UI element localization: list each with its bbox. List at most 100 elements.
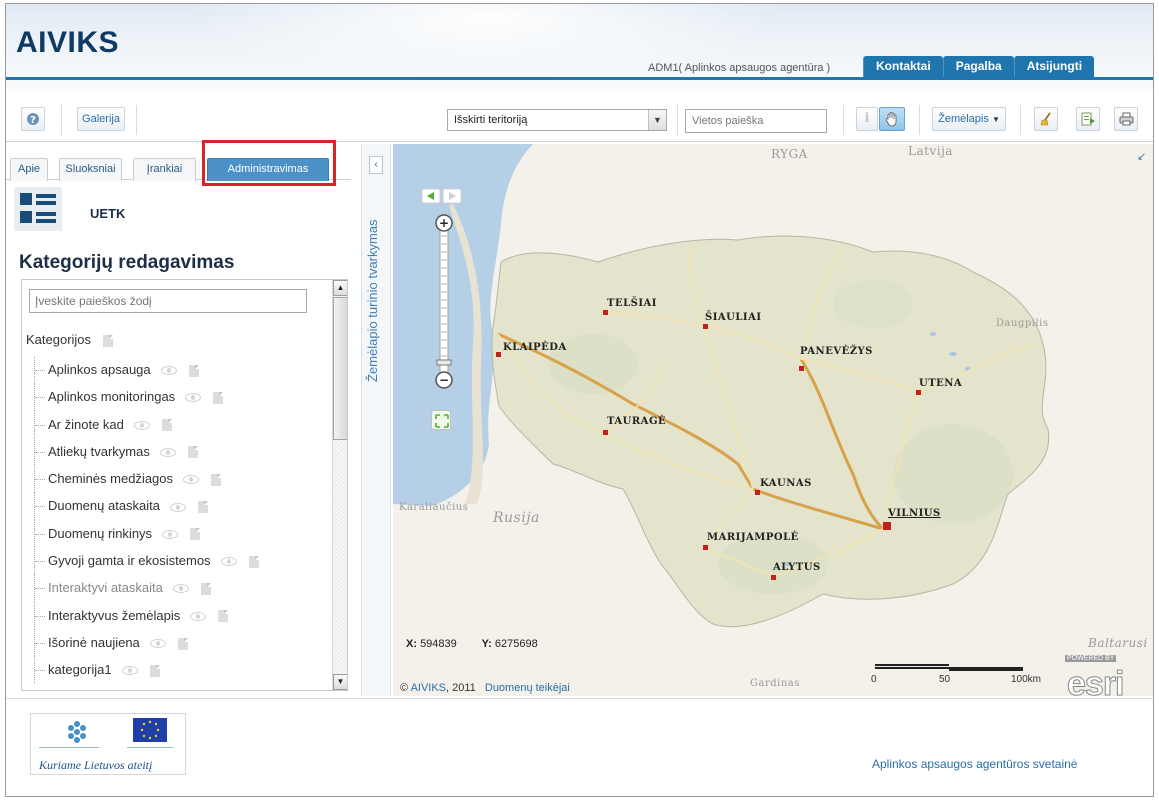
category-label: Aplinkos monitoringas	[48, 389, 176, 405]
category-search-input[interactable]	[29, 289, 307, 313]
document-icon[interactable]	[177, 637, 188, 650]
pan-hand-icon	[885, 112, 897, 127]
data-providers-link[interactable]: Duomenų teikėjai	[485, 682, 570, 694]
eye-icon[interactable]	[172, 584, 189, 594]
city-label: MARIJAMPOLĖ	[707, 532, 799, 543]
x-label: X:	[406, 638, 417, 650]
attribution-year: , 2011	[446, 682, 476, 694]
eye-icon[interactable]	[133, 420, 150, 430]
app-logo[interactable]: AIVIKS	[16, 26, 119, 60]
document-icon[interactable]	[248, 555, 259, 568]
eye-icon[interactable]	[170, 502, 187, 512]
nav-contacts[interactable]: Kontaktai	[863, 56, 943, 77]
document-icon[interactable]	[103, 334, 114, 347]
map-label-region: Daugpilis	[996, 318, 1049, 329]
coordinate-readout: X: 594839 Y: 6275698	[406, 638, 560, 650]
document-icon[interactable]	[190, 528, 201, 541]
document-icon[interactable]	[213, 391, 224, 404]
category-tree: Kategorijos Aplinkos apsauga Aplinkos mon…	[21, 279, 348, 691]
eye-icon[interactable]	[121, 666, 138, 676]
expand-corner-icon[interactable]: ↙	[1137, 150, 1146, 163]
city-label: KLAIPĖDA	[503, 342, 567, 353]
list-item[interactable]: Duomenų ataskaita	[34, 492, 326, 521]
question-circle-icon: ?	[27, 113, 39, 126]
eye-icon[interactable]	[185, 393, 202, 403]
esri-logo: esri	[1067, 665, 1125, 697]
document-icon[interactable]	[218, 610, 229, 623]
document-icon[interactable]	[200, 582, 211, 595]
y-value: 6275698	[494, 638, 538, 650]
gallery-button[interactable]: Galerija	[77, 107, 125, 131]
map-view[interactable]: RYGA Latvija Daugpilis Karaliaučius Rusi…	[393, 144, 1153, 696]
list-item[interactable]: Cheminės medžiagos	[34, 465, 326, 493]
map-label-region: Baltarusi	[1088, 636, 1148, 650]
agency-website-link[interactable]: Aplinkos apsaugos agentūros svetainė	[872, 757, 1077, 771]
list-item[interactable]: Aplinkos apsauga	[34, 356, 326, 384]
section-title: Kategorijų redagavimas	[19, 252, 235, 273]
eu-funding-logo: Kuriame Lietuvos ateitį	[30, 713, 186, 775]
document-icon[interactable]	[211, 473, 222, 486]
eye-icon[interactable]	[160, 366, 177, 376]
list-item[interactable]: Interaktyvus žemėlapis	[34, 601, 326, 630]
help-button[interactable]: ?	[21, 107, 45, 131]
svg-text:−: −	[439, 373, 449, 387]
map-label-region: Karaliaučius	[399, 502, 469, 513]
map-label-region: Latvija	[908, 144, 953, 158]
document-icon[interactable]	[161, 419, 172, 432]
footer: Kuriame Lietuvos ateitį Aplinkos apsaugo…	[6, 698, 1153, 796]
eye-icon[interactable]	[162, 529, 179, 539]
map-content-management-title[interactable]: Žemėlapio turinio tvarkymas	[365, 182, 387, 382]
toolbar: ? Galerija Išskirti teritoriją ▼ i Žemėl…	[6, 100, 1153, 142]
identify-button[interactable]: i	[856, 107, 878, 131]
nav-logout[interactable]: Atsijungti	[1013, 56, 1095, 77]
clear-button[interactable]	[1034, 107, 1058, 131]
eye-icon[interactable]	[183, 475, 200, 485]
list-item[interactable]: Duomenų rinkinys	[34, 519, 326, 548]
toolbar-separator	[919, 105, 920, 135]
scroll-thumb[interactable]	[333, 297, 347, 440]
toolbar-separator	[136, 105, 137, 135]
chevron-down-icon[interactable]: ▼	[648, 110, 666, 130]
place-search-input[interactable]	[685, 109, 827, 133]
tree-root[interactable]: Kategorijos	[26, 332, 114, 347]
list-item[interactable]: Išorinė naujiena	[34, 628, 326, 657]
tab-about[interactable]: Apie	[10, 158, 48, 181]
scroll-up-arrow[interactable]: ▲	[333, 280, 347, 296]
tab-layers[interactable]: Sluoksniai	[59, 158, 122, 181]
tab-tools[interactable]: Įrankiai	[133, 158, 196, 181]
basemap-dropdown[interactable]: Žemėlapis ▼	[932, 107, 1006, 131]
highlight-territory-select[interactable]: Išskirti teritoriją ▼	[447, 109, 667, 131]
list-item[interactable]: kategorija1	[34, 656, 326, 684]
category-label: Cheminės medžiagos	[48, 471, 174, 487]
export-button[interactable]	[1076, 107, 1100, 131]
list-item[interactable]: Ar žinote kad	[34, 410, 326, 439]
eye-icon[interactable]	[159, 447, 176, 457]
list-item[interactable]: Gyvoji gamta ir ekosistemos	[34, 547, 326, 575]
list-item[interactable]: Aplinkos monitoringas	[34, 383, 326, 411]
city-marker	[603, 310, 608, 315]
attribution-org-link[interactable]: AIVIKS	[411, 682, 446, 694]
city-marker	[703, 324, 708, 329]
document-icon[interactable]	[188, 364, 199, 377]
document-icon[interactable]	[187, 446, 198, 459]
scale-label: 100km	[1011, 674, 1042, 685]
category-label: Gyvoji gamta ir ekosistemos	[48, 553, 211, 569]
full-extent-icon[interactable]	[431, 410, 451, 430]
document-icon[interactable]	[149, 664, 160, 677]
print-button[interactable]	[1114, 107, 1138, 131]
scrollbar[interactable]: ▲ ▼	[332, 280, 347, 690]
scroll-down-arrow[interactable]: ▼	[333, 674, 347, 690]
zoom-slider[interactable]: + −	[433, 214, 455, 390]
document-icon[interactable]	[198, 501, 209, 514]
eye-icon[interactable]	[220, 557, 237, 567]
top-nav: Kontaktai Pagalba Atsijungti	[863, 56, 1095, 77]
collapse-left-icon[interactable]: ‹	[369, 156, 383, 174]
powered-by-label: POWERED BY	[1065, 655, 1117, 662]
eye-icon[interactable]	[149, 639, 166, 649]
list-item[interactable]: Interaktyvi ataskaita	[34, 574, 326, 602]
pan-button[interactable]	[879, 107, 905, 131]
select-value: Išskirti teritoriją	[454, 114, 528, 126]
list-item[interactable]: Atliekų tvarkymas	[34, 437, 326, 466]
nav-help[interactable]: Pagalba	[942, 56, 1014, 77]
eye-icon[interactable]	[190, 611, 207, 621]
